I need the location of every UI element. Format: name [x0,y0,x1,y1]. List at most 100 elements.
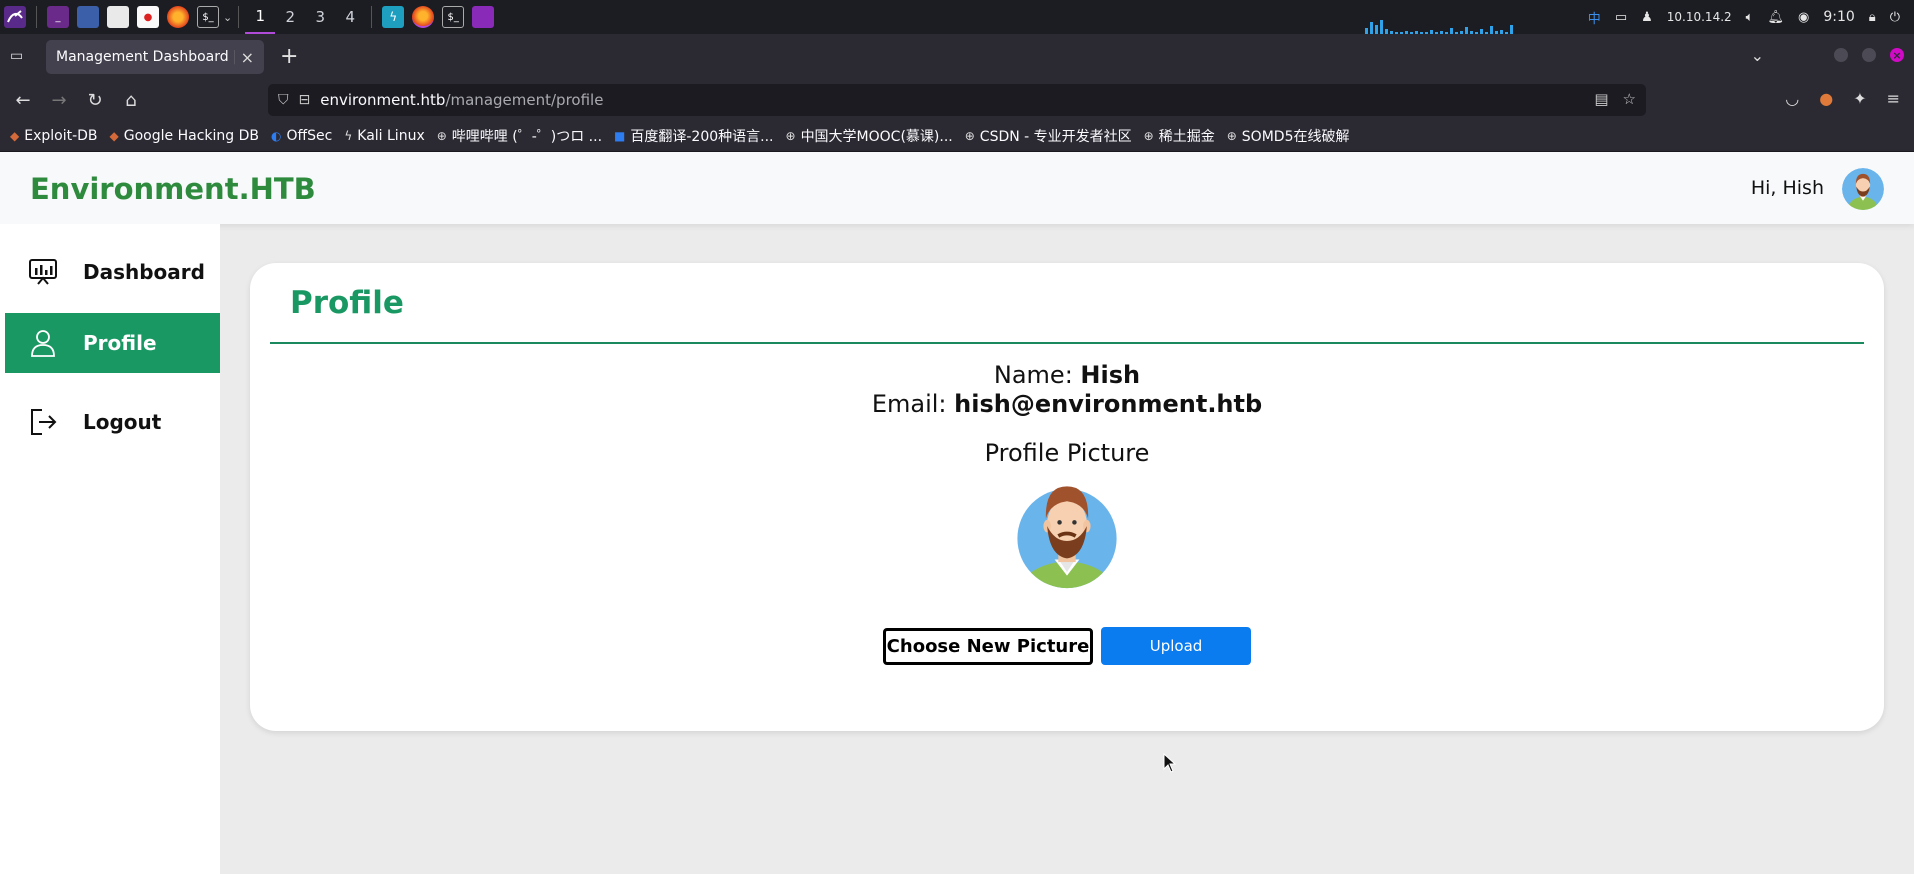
bookmark-label: CSDN - 专业开发者社区 [979,128,1132,145]
url-bar[interactable]: ⛉ ⊟ environment.htb/management/profile ▤… [268,84,1646,116]
sidebar-item-logout[interactable]: Logout [5,392,220,452]
profile-card: Profile Name: Hish Email: hish@environme… [250,263,1884,731]
globe-icon: ⊕ [1143,128,1154,143]
taskbar-separator [36,6,37,28]
bookmark-label: Google Hacking DB [123,127,259,144]
bookmark-juejin[interactable]: ⊕ 稀土掘金 [1144,126,1215,146]
upload-button[interactable]: Upload [1101,627,1251,665]
burp-icon[interactable]: ϟ [382,6,405,28]
forward-icon[interactable]: → [48,89,70,111]
name-label: Name: [993,361,1081,389]
email-row: Email: hish@environment.htb [250,390,1884,419]
lock-icon[interactable]: 🔒︎ [1869,10,1876,25]
browser-navbar: ← → ↻ ⌂ ⛉ ⊟ environment.htb/management/p… [0,80,1914,120]
baidu-translate-icon: ■ [614,128,626,143]
page-viewport: Environment.HTB Hi, Hish Dashboard Profi… [0,152,1914,874]
firefox-icon[interactable] [167,6,189,28]
reader-view-icon[interactable]: ▤ [1594,90,1608,108]
reload-icon[interactable]: ↻ [84,89,106,111]
browser-tab-active[interactable]: Management Dashboard | en × [46,40,264,74]
power-icon[interactable]: ⏻ [1890,10,1900,25]
minimize-icon[interactable] [1834,48,1848,62]
bookmark-somd5[interactable]: ⊕ SOMD5在线破解 [1227,126,1350,146]
workspace-icon[interactable] [77,6,99,28]
name-value: Hish [1080,361,1141,389]
window-controls: × [1834,48,1904,62]
bookmark-label: SOMD5在线破解 [1241,128,1350,145]
tab-close-icon[interactable]: × [241,48,254,67]
profile-picture [1005,473,1129,599]
bookmark-exploit-db[interactable]: ◆ Exploit-DB [10,128,98,144]
display-icon[interactable]: ▭ [1615,10,1627,25]
workspace-3[interactable]: 3 [305,0,335,34]
power-status-icon[interactable]: ◉ [1798,10,1809,25]
url-path: /management/profile [445,91,604,109]
site-brand[interactable]: Environment.HTB [30,172,316,206]
tab-overflow-chevron-icon[interactable]: ⌄ [1751,46,1764,65]
avatar[interactable] [1842,168,1884,210]
bookmark-mooc[interactable]: ⊕ 中国大学MOOC(慕课)... [786,126,953,146]
notification-bell-icon[interactable]: 🔔︎ [1767,10,1784,25]
exploit-db-icon: ◆ [10,128,20,143]
ime-indicator[interactable]: 中 [1588,8,1601,27]
browser-tab-strip: ▭ Management Dashboard | en × + ⌄ × [0,34,1914,80]
terminal-2-icon[interactable]: $_ [442,6,465,28]
firefox-active-icon[interactable] [412,6,435,28]
bookmark-ghdb[interactable]: ◆ Google Hacking DB [110,128,259,144]
extension-fox-icon[interactable]: ● [1819,89,1833,108]
globe-icon: ⊕ [964,128,975,143]
new-tab-icon[interactable]: + [280,46,298,68]
bookmark-label: 稀土掘金 [1158,128,1215,145]
close-window-icon[interactable]: × [1890,48,1904,62]
tab-list-icon[interactable]: ▭ [10,48,23,64]
shield-icon[interactable]: ⛉ [278,92,289,108]
home-icon[interactable]: ⌂ [120,89,142,111]
bookmark-bilibili[interactable]: ⊕ 哔哩哔哩 (゜-゜)つロ ... [437,126,602,146]
site-header: Environment.HTB Hi, Hish [0,152,1914,224]
bookmarks-bar: ◆ Exploit-DB ◆ Google Hacking DB ◐ OffSec ϟ… [0,120,1914,152]
text-editor-icon[interactable]: ● [137,6,159,28]
volume-icon[interactable]: 🔈︎ [1746,10,1754,25]
maximize-icon[interactable] [1862,48,1876,62]
clock[interactable]: 9:10 [1823,9,1854,25]
workspace-4[interactable]: 4 [335,0,365,34]
kali-icon: ϟ [344,128,353,143]
bookmark-baidu-translate[interactable]: ■ 百度翻译-200种语言... [614,126,773,146]
bookmark-label: Kali Linux [357,127,425,144]
globe-icon: ⊕ [785,128,796,143]
workspace-1[interactable]: 1 [245,0,276,34]
ghdb-icon: ◆ [109,128,119,143]
bookmark-label: 百度翻译-200种语言... [630,128,774,145]
extensions-icon[interactable]: ✦ [1853,89,1866,108]
site-info-icon[interactable]: ⊟ [299,92,311,108]
vpn-icon[interactable]: ♟ [1641,10,1653,25]
tab-title: Management Dashboard | en [56,49,235,65]
workspace-2[interactable]: 2 [275,0,305,34]
bookmark-star-icon[interactable]: ☆ [1623,90,1636,108]
terminal-icon[interactable]: _ [47,6,69,28]
title-divider [270,342,1864,344]
bookmark-label: 中国大学MOOC(慕课)... [800,128,953,145]
bookmark-kali[interactable]: ϟ Kali Linux [344,128,424,144]
sidebar-item-profile[interactable]: Profile [5,313,220,373]
sidebar-item-dashboard[interactable]: Dashboard [5,242,220,302]
chevron-down-icon[interactable]: ⌄ [223,11,232,24]
sidebar-item-label: Logout [83,410,162,434]
menu-icon[interactable]: ≡ [1887,89,1900,108]
name-row: Name: Hish [250,361,1884,390]
mouse-cursor-icon [1163,752,1177,773]
email-label: Email: [871,390,955,418]
pocket-icon[interactable]: ◡ [1785,89,1799,108]
bookmark-csdn[interactable]: ⊕ CSDN - 专业开发者社区 [965,126,1132,146]
folder-icon[interactable] [472,6,495,28]
url-actions: ▤ ☆ [1594,90,1636,108]
globe-icon: ⊕ [1226,128,1237,143]
console-icon[interactable]: $_ [197,6,219,28]
offsec-icon: ◐ [270,128,282,143]
back-icon[interactable]: ← [12,89,34,111]
files-icon[interactable] [107,6,129,28]
sidebar-item-label: Profile [83,331,157,355]
choose-picture-button[interactable]: Choose New Picture [883,628,1093,665]
kali-menu-icon[interactable] [4,6,26,28]
bookmark-offsec[interactable]: ◐ OffSec [271,128,332,144]
